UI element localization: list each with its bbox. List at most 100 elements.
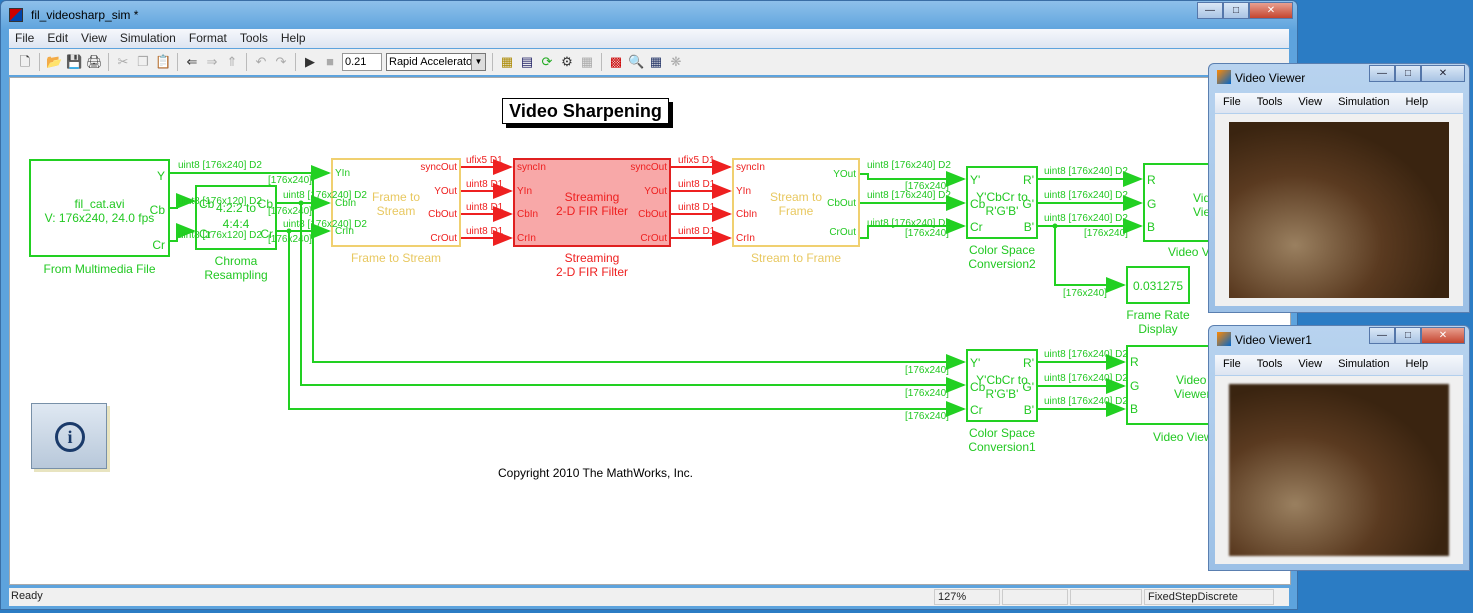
- port-label: syncOut: [420, 162, 457, 173]
- maximize-button[interactable]: □: [1395, 65, 1421, 82]
- color-space-conversion2-block[interactable]: Y'CbCr to R'G'B' Y' Cb Cr R' G' B': [966, 166, 1038, 239]
- menu-format[interactable]: Format: [183, 29, 234, 48]
- settings-icon[interactable]: ❋: [668, 54, 684, 70]
- title-bar: fil_videosharp_sim * — □ ✕: [1, 1, 1297, 29]
- block-label: 2-D FIR Filter: [556, 265, 628, 279]
- stream-to-frame-block[interactable]: Stream to Frame syncIn YIn CbIn CrIn YOu…: [732, 158, 860, 247]
- back-icon[interactable]: ⇐: [184, 54, 200, 70]
- stop-time-input[interactable]: 0.21: [342, 53, 382, 71]
- menu-file[interactable]: File: [9, 29, 41, 48]
- menu-file[interactable]: File: [1215, 355, 1249, 375]
- port-label: YOut: [644, 186, 667, 197]
- properties-icon[interactable]: ▦: [648, 54, 664, 70]
- menu-bar: File Tools View Simulation Help: [1215, 93, 1463, 113]
- stop-icon[interactable]: ■: [322, 54, 338, 70]
- color-space-conversion1-block[interactable]: Y'CbCr to R'G'B' Y' Cb Cr R' G' B': [966, 349, 1038, 422]
- toolbar: 🗋 📂 💾 🖨 ✂ ❐ 📋 ⇐ ⇒ ⇑ ↶ ↷ ▶ ■ 0.21 Rapid A…: [9, 49, 1289, 75]
- copy-icon[interactable]: ❐: [135, 54, 151, 70]
- menu-simulation[interactable]: Simulation: [114, 29, 183, 48]
- menu-view[interactable]: View: [75, 29, 114, 48]
- menu-view[interactable]: View: [1290, 93, 1330, 113]
- menu-tools[interactable]: Tools: [234, 29, 275, 48]
- block-text: fil_cat.avi: [74, 197, 125, 211]
- signal-label: [176x240]: [268, 175, 312, 186]
- port-label: Cr: [970, 403, 983, 417]
- inspector-icon[interactable]: 🔍: [628, 54, 644, 70]
- redo-icon[interactable]: ↷: [273, 54, 289, 70]
- up-icon[interactable]: ⇑: [224, 54, 240, 70]
- port-label: B: [1130, 402, 1139, 416]
- close-button[interactable]: ✕: [1421, 65, 1465, 82]
- port-label: CrOut: [829, 227, 856, 238]
- cut-icon[interactable]: ✂: [115, 54, 131, 70]
- signal-label: uint8 [176x240] D2: [1044, 190, 1128, 201]
- debug-icon[interactable]: ▦: [579, 54, 595, 70]
- maximize-button[interactable]: □: [1395, 327, 1421, 344]
- solver-type: FixedStepDiscrete: [1144, 589, 1274, 605]
- port-label: CrIn: [736, 233, 755, 244]
- menu-simulation[interactable]: Simulation: [1330, 93, 1397, 113]
- open-icon[interactable]: 📂: [46, 54, 62, 70]
- diagram-title: Video Sharpening: [502, 98, 669, 124]
- minimize-button[interactable]: —: [1369, 65, 1395, 82]
- menu-simulation[interactable]: Simulation: [1330, 355, 1397, 375]
- library-browser-icon[interactable]: ▤: [519, 54, 535, 70]
- update-diagram-icon[interactable]: ⟳: [539, 54, 555, 70]
- run-icon[interactable]: ▶: [302, 54, 318, 70]
- port-label: Y': [970, 356, 981, 370]
- block-label: Color Space: [968, 243, 1036, 257]
- menu-edit[interactable]: Edit: [41, 29, 75, 48]
- signal-label: [176x240]: [1084, 228, 1128, 239]
- frame-to-stream-block[interactable]: Frame to Stream YIn CbIn CrIn syncOut YO…: [331, 158, 461, 247]
- info-button[interactable]: i: [31, 403, 107, 469]
- status-cell: [1002, 589, 1068, 605]
- maximize-button[interactable]: □: [1223, 2, 1249, 19]
- menu-help[interactable]: Help: [275, 29, 313, 48]
- port-label: YOut: [833, 169, 856, 180]
- port-label: Cb: [149, 203, 165, 217]
- close-button[interactable]: ✕: [1249, 2, 1293, 19]
- port-label: CbOut: [827, 198, 856, 209]
- port-label: Cb: [970, 380, 986, 394]
- signal-label: uint8 [176x240] D2: [1044, 166, 1128, 177]
- streaming-fir-filter-block[interactable]: Streaming 2-D FIR Filter syncIn YIn CbIn…: [513, 158, 671, 247]
- diagram-canvas[interactable]: Video Sharpening fil_cat.avi V: 176x240,…: [9, 77, 1291, 585]
- forward-icon[interactable]: ⇒: [204, 54, 220, 70]
- hdl-icon[interactable]: ▩: [608, 54, 624, 70]
- sim-mode-select[interactable]: Rapid Accelerator ▼: [386, 53, 486, 71]
- simulink-app-icon: [9, 8, 23, 22]
- block-label: Display: [1138, 322, 1178, 336]
- port-label: R: [1147, 173, 1156, 187]
- paste-icon[interactable]: 📋: [155, 54, 171, 70]
- undo-icon[interactable]: ↶: [253, 54, 269, 70]
- menu-tools[interactable]: Tools: [1249, 355, 1291, 375]
- signal-label: [176x240]: [905, 388, 949, 399]
- status-bar: Ready 127% FixedStepDiscrete: [9, 588, 1289, 606]
- menu-file[interactable]: File: [1215, 93, 1249, 113]
- menu-help[interactable]: Help: [1397, 355, 1436, 375]
- copyright-text: Copyright 2010 The MathWorks, Inc.: [498, 466, 693, 480]
- signal-label: uint8 D1: [466, 179, 504, 190]
- menu-tools[interactable]: Tools: [1249, 93, 1291, 113]
- signal-label: uint8 D1: [678, 179, 716, 190]
- model-explorer-icon[interactable]: ▦: [499, 54, 515, 70]
- frame-rate-display-block[interactable]: 0.031275: [1126, 266, 1190, 304]
- simulink-window: fil_videosharp_sim * — □ ✕ File Edit Vie…: [0, 0, 1298, 610]
- close-button[interactable]: ✕: [1421, 327, 1465, 344]
- signal-label: uint8 [176x240] D2: [178, 160, 262, 171]
- menu-view[interactable]: View: [1290, 355, 1330, 375]
- build-icon[interactable]: ⚙: [559, 54, 575, 70]
- port-label: B': [1023, 403, 1034, 417]
- menu-bar: File Edit View Simulation Format Tools H…: [9, 29, 1289, 48]
- port-label: Y': [970, 173, 981, 187]
- from-multimedia-file-block[interactable]: fil_cat.avi V: 176x240, 24.0 fps Y Cb Cr: [29, 159, 170, 257]
- menu-help[interactable]: Help: [1397, 93, 1436, 113]
- minimize-button[interactable]: —: [1369, 327, 1395, 344]
- signal-label: uint8 [176x120] D2: [178, 230, 262, 241]
- block-label: Frame Rate: [1126, 308, 1190, 322]
- port-label: G': [1022, 197, 1034, 211]
- save-icon[interactable]: 💾: [66, 54, 82, 70]
- print-icon[interactable]: 🖨: [86, 54, 103, 70]
- new-icon[interactable]: 🗋: [17, 54, 33, 70]
- minimize-button[interactable]: —: [1197, 2, 1223, 19]
